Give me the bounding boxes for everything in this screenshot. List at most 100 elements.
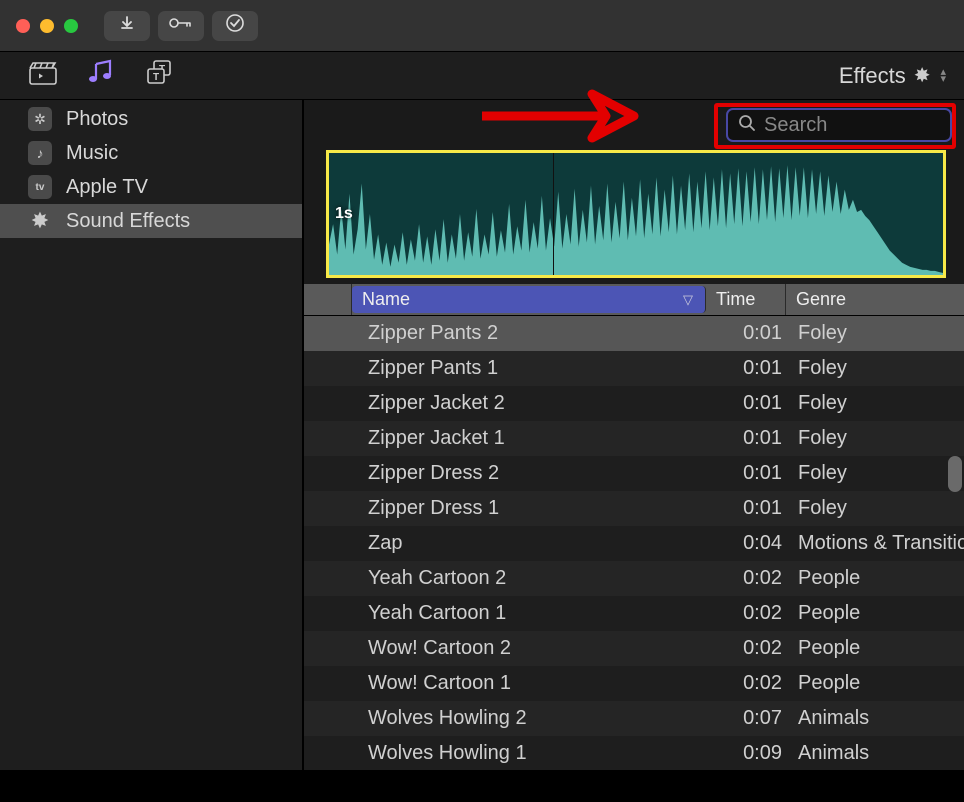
music-notes-icon	[86, 59, 116, 92]
column-header-icon[interactable]	[304, 284, 352, 315]
flower-icon: ✲	[28, 107, 52, 131]
row-name-cell: Zipper Pants 1	[364, 357, 710, 380]
effects-dropdown[interactable]: Effects ✸ ▴▾	[839, 63, 946, 89]
music-note-icon: ♪	[28, 141, 52, 165]
row-name-cell: Zap	[364, 532, 710, 555]
checkmark-circle-icon	[225, 13, 245, 38]
tab-titles[interactable]: TT	[130, 56, 188, 96]
row-time-cell: 0:01	[710, 497, 786, 520]
maximize-window-button[interactable]	[64, 19, 78, 33]
search-icon	[738, 114, 756, 137]
row-name-cell: Zipper Pants 2	[364, 322, 710, 345]
table-row[interactable]: Wolves Howling 20:07Animals	[304, 701, 964, 736]
waveform-playhead[interactable]	[553, 153, 554, 275]
chevron-updown-icon: ▴▾	[940, 69, 946, 83]
row-name-cell: Wow! Cartoon 1	[364, 672, 710, 695]
table-row[interactable]: Zipper Pants 20:01Foley	[304, 316, 964, 351]
table-header: Name ▽ Time Genre	[304, 284, 964, 316]
scrollbar-thumb[interactable]	[948, 456, 962, 492]
tab-audio[interactable]	[72, 56, 130, 96]
row-genre-cell: Foley	[786, 357, 964, 380]
table-row[interactable]: Zipper Jacket 10:01Foley	[304, 421, 964, 456]
table-body: Zipper Pants 20:01FoleyZipper Pants 10:0…	[304, 316, 964, 770]
key-button[interactable]	[158, 11, 204, 41]
search-box[interactable]	[726, 108, 952, 142]
sort-descending-icon: ▽	[683, 292, 693, 308]
table-row[interactable]: Zipper Jacket 20:01Foley	[304, 386, 964, 421]
waveform-wrap: 1s	[304, 150, 964, 284]
table-row[interactable]: Wow! Cartoon 20:02People	[304, 631, 964, 666]
waveform-duration-label: 1s	[335, 205, 353, 223]
row-genre-cell: Foley	[786, 427, 964, 450]
sidebar-item-music[interactable]: ♪ Music	[0, 136, 302, 170]
column-header-label: Genre	[796, 289, 846, 310]
row-genre-cell: People	[786, 602, 964, 625]
row-name-cell: Zipper Jacket 1	[364, 427, 710, 450]
main-panel: 1s Name ▽ Time Genre Zipp	[304, 100, 964, 770]
sidebar-item-label: Music	[66, 142, 118, 165]
table-row[interactable]: Wow! Cartoon 10:02People	[304, 666, 964, 701]
table-row[interactable]: Zap0:04Motions & Transitio	[304, 526, 964, 561]
table-row[interactable]: Zipper Dress 20:01Foley	[304, 456, 964, 491]
minimize-window-button[interactable]	[40, 19, 54, 33]
row-genre-cell: Animals	[786, 707, 964, 730]
column-header-label: Time	[716, 289, 755, 310]
app-window: TT Effects ✸ ▴▾ ✲ Photos ♪ Music tv Appl…	[0, 0, 964, 770]
clapperboard-icon	[28, 60, 58, 91]
appletv-icon: tv	[28, 175, 52, 199]
row-time-cell: 0:02	[710, 637, 786, 660]
row-name-cell: Wolves Howling 2	[364, 707, 710, 730]
close-window-button[interactable]	[16, 19, 30, 33]
row-name-cell: Wow! Cartoon 2	[364, 637, 710, 660]
row-name-cell: Zipper Dress 2	[364, 462, 710, 485]
sidebar-item-photos[interactable]: ✲ Photos	[0, 102, 302, 136]
row-time-cell: 0:09	[710, 742, 786, 765]
row-name-cell: Wolves Howling 1	[364, 742, 710, 765]
titles-t-icon: TT	[144, 59, 174, 92]
sidebar-item-appletv[interactable]: tv Apple TV	[0, 170, 302, 204]
waveform-preview[interactable]: 1s	[326, 150, 946, 278]
effects-table: Name ▽ Time Genre Zipper Pants 20:01Fole…	[304, 284, 964, 770]
row-time-cell: 0:07	[710, 707, 786, 730]
import-button[interactable]	[104, 11, 150, 41]
row-time-cell: 0:01	[710, 357, 786, 380]
table-row[interactable]: Wolves Howling 10:09Animals	[304, 736, 964, 770]
content: ✲ Photos ♪ Music tv Apple TV ✸ Sound Eff…	[0, 100, 964, 770]
row-time-cell: 0:01	[710, 462, 786, 485]
svg-text:T: T	[153, 72, 159, 83]
column-header-name[interactable]: Name ▽	[352, 286, 706, 313]
sidebar-item-label: Photos	[66, 108, 128, 131]
table-row[interactable]: Yeah Cartoon 20:02People	[304, 561, 964, 596]
search-row	[304, 100, 964, 150]
row-name-cell: Yeah Cartoon 1	[364, 602, 710, 625]
row-genre-cell: People	[786, 637, 964, 660]
row-time-cell: 0:02	[710, 567, 786, 590]
row-name-cell: Zipper Jacket 2	[364, 392, 710, 415]
titlebar	[0, 0, 964, 52]
column-header-genre[interactable]: Genre	[786, 284, 964, 315]
row-name-cell: Zipper Dress 1	[364, 497, 710, 520]
table-row[interactable]: Zipper Dress 10:01Foley	[304, 491, 964, 526]
table-row[interactable]: Zipper Pants 10:01Foley	[304, 351, 964, 386]
row-genre-cell: Foley	[786, 462, 964, 485]
sidebar: ✲ Photos ♪ Music tv Apple TV ✸ Sound Eff…	[0, 100, 304, 770]
sidebar-item-sound-effects[interactable]: ✸ Sound Effects	[0, 204, 302, 238]
table-row[interactable]: Yeah Cartoon 10:02People	[304, 596, 964, 631]
sidebar-item-label: Apple TV	[66, 176, 148, 199]
row-name-cell: Yeah Cartoon 2	[364, 567, 710, 590]
column-header-label: Name	[362, 289, 410, 310]
burst-icon: ✸	[914, 63, 931, 88]
column-header-time[interactable]: Time	[706, 284, 786, 315]
checkmark-button[interactable]	[212, 11, 258, 41]
tab-media[interactable]	[14, 56, 72, 96]
search-input[interactable]	[764, 114, 940, 137]
key-icon	[168, 16, 194, 35]
row-time-cell: 0:01	[710, 427, 786, 450]
traffic-lights	[16, 19, 78, 33]
row-genre-cell: Foley	[786, 497, 964, 520]
sidebar-item-label: Sound Effects	[66, 210, 190, 233]
row-time-cell: 0:04	[710, 532, 786, 555]
waveform-svg	[329, 153, 943, 275]
row-genre-cell: Foley	[786, 322, 964, 345]
row-genre-cell: Foley	[786, 392, 964, 415]
